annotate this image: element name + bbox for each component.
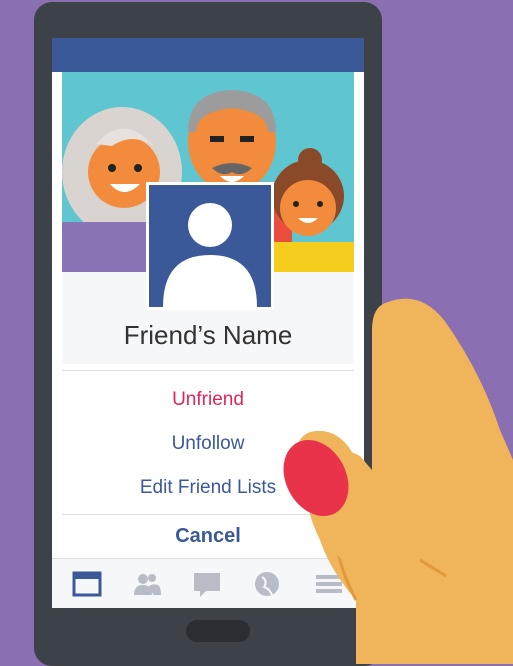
messages-icon[interactable] <box>192 569 222 599</box>
menu-icon[interactable] <box>314 569 344 599</box>
phone-screen: Friend’s Name Unfriend Unfollow Edit Fri… <box>52 38 364 608</box>
cancel-label: Cancel <box>175 525 241 547</box>
home-button[interactable] <box>186 620 250 642</box>
friend-action-menu: Unfriend Unfollow Edit Friend Lists <box>62 370 354 511</box>
unfollow-button[interactable]: Unfollow <box>62 433 354 455</box>
friend-name: Friend’s Name <box>123 320 293 350</box>
globe-icon[interactable] <box>252 569 282 599</box>
cancel-button[interactable]: Cancel <box>62 514 354 559</box>
edit-friend-lists-button[interactable]: Edit Friend Lists <box>62 477 354 499</box>
app-header-bar <box>52 38 364 72</box>
unfriend-button[interactable]: Unfriend <box>62 389 354 411</box>
person-icon <box>163 203 257 307</box>
bottom-nav-bar <box>52 558 364 608</box>
profile-avatar[interactable] <box>146 182 274 310</box>
girl-figure <box>268 148 354 272</box>
friends-icon[interactable] <box>132 569 162 599</box>
news-feed-icon[interactable] <box>72 569 102 599</box>
